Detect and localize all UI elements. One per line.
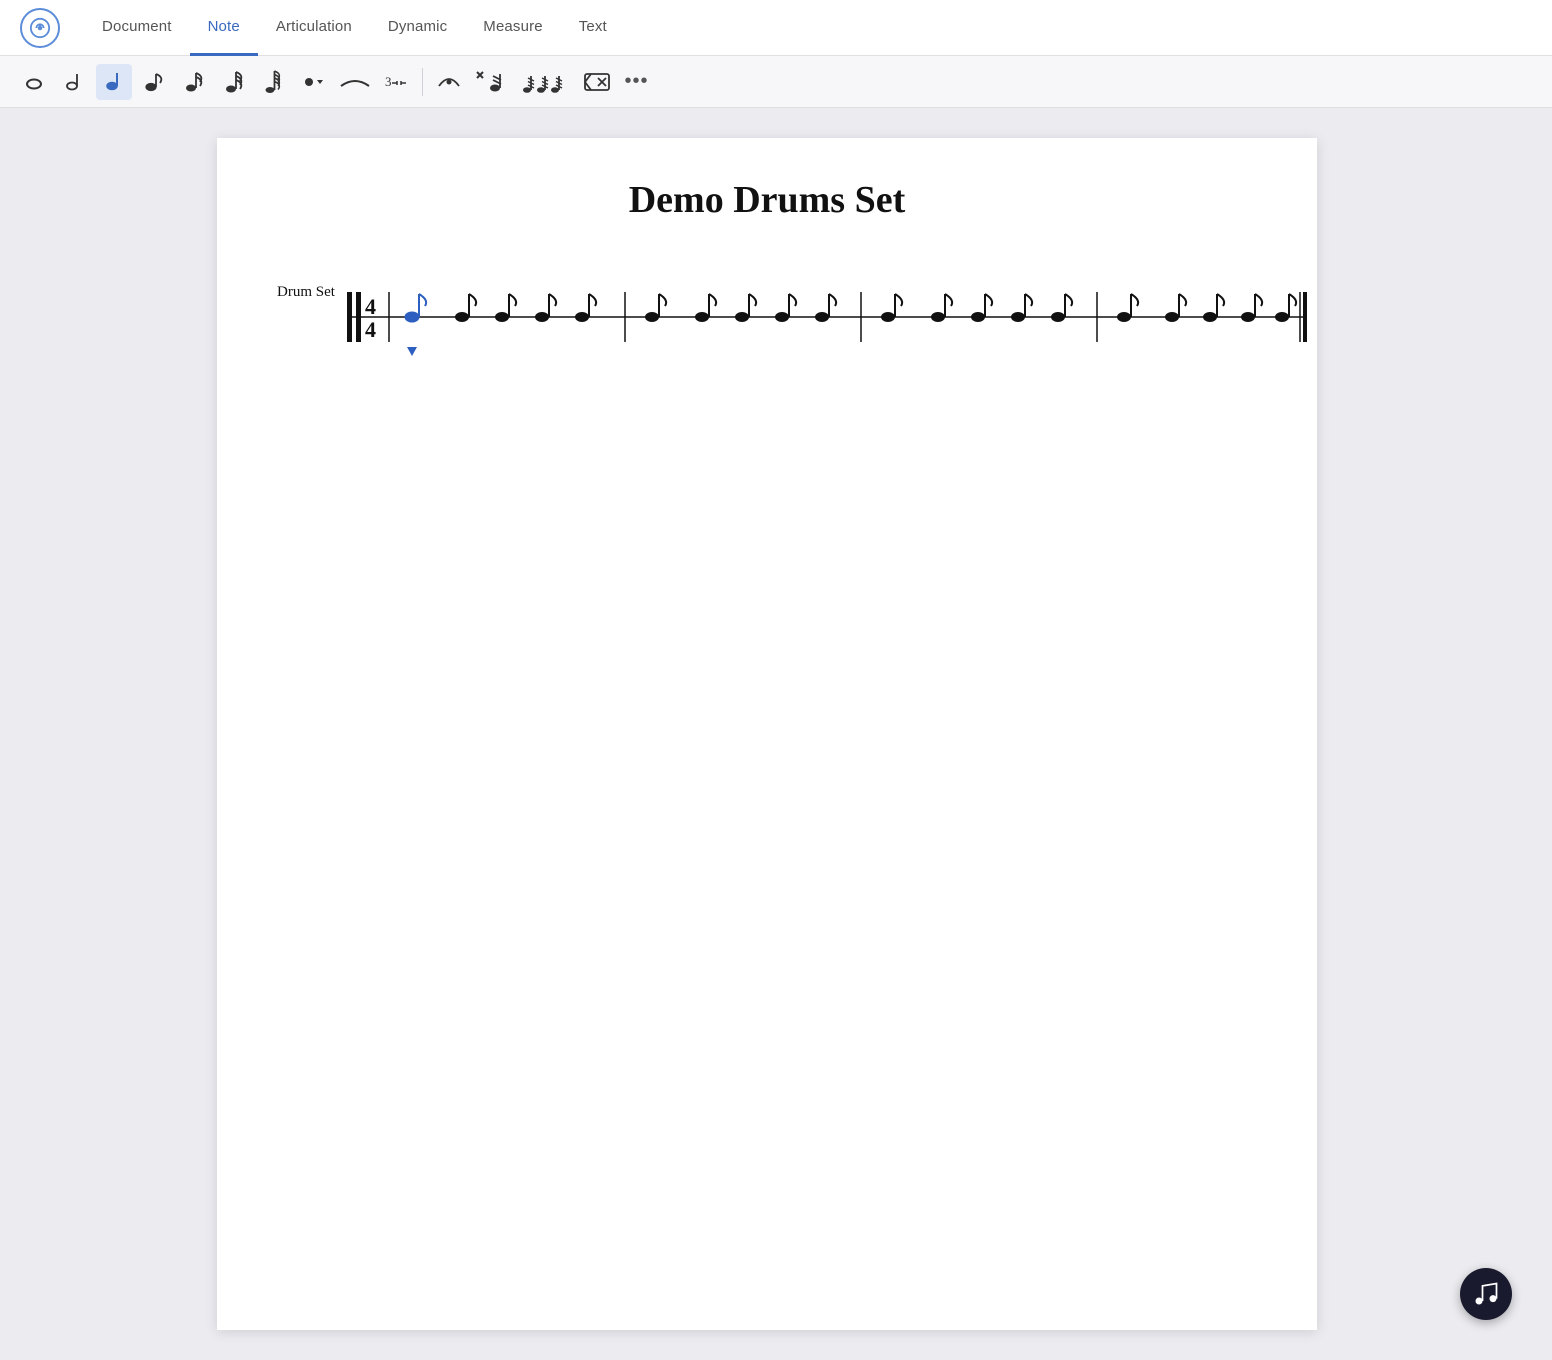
nav-tabs: Document Note Articulation Dynamic Measu… [84, 0, 625, 55]
tremolo-button[interactable] [471, 64, 507, 100]
tuplet-button[interactable]: 3 [377, 64, 414, 100]
staff-svg[interactable]: 4 4 [347, 272, 1307, 367]
more-button[interactable]: ••• [619, 64, 655, 100]
thirtysecond-note-button[interactable] [216, 64, 252, 100]
score-title: Demo Drums Set [277, 178, 1257, 222]
score-area[interactable]: Demo Drums Set Drum Set 4 4 [0, 108, 1534, 1360]
instrument-label: Drum Set [277, 272, 335, 301]
more-icon: ••• [624, 70, 648, 93]
right-sidebar [1534, 108, 1552, 1360]
tab-text[interactable]: Text [561, 0, 625, 56]
staff-container: Drum Set 4 4 [277, 272, 1257, 367]
quarter-note-button[interactable] [96, 64, 132, 100]
score-page: Demo Drums Set Drum Set 4 4 [217, 138, 1317, 1330]
tab-dynamic[interactable]: Dynamic [370, 0, 465, 56]
half-note-button[interactable] [56, 64, 92, 100]
tab-document[interactable]: Document [84, 0, 190, 56]
eighth-note-button[interactable] [136, 64, 172, 100]
svg-text:4: 4 [365, 294, 376, 319]
fab-button[interactable] [1460, 1268, 1512, 1320]
sixtyfourth-note-button[interactable] [256, 64, 292, 100]
tie-button[interactable] [337, 64, 373, 100]
tab-articulation[interactable]: Articulation [258, 0, 370, 56]
drum-rolls-button[interactable] [511, 64, 575, 100]
whole-note-button[interactable] [16, 64, 52, 100]
dot-button[interactable] [296, 64, 333, 100]
tab-note[interactable]: Note [190, 0, 258, 56]
delete-button[interactable] [579, 64, 615, 100]
fermata-button[interactable] [431, 64, 467, 100]
logo-button[interactable] [20, 8, 60, 48]
tab-measure[interactable]: Measure [465, 0, 560, 56]
separator-1 [422, 68, 423, 96]
note-toolbar: 3 [0, 56, 1552, 108]
main-content: Demo Drums Set Drum Set 4 4 [0, 108, 1552, 1360]
svg-text:4: 4 [365, 317, 376, 342]
sixteenth-note-button[interactable] [176, 64, 212, 100]
top-nav: Document Note Articulation Dynamic Measu… [0, 0, 1552, 56]
